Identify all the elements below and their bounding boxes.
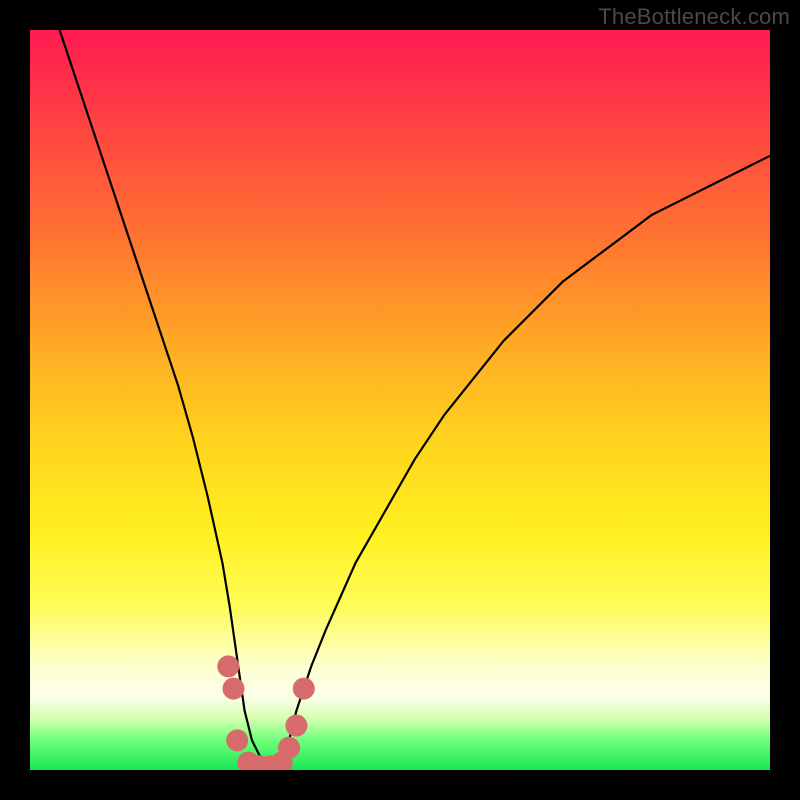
highlight-marker <box>293 678 315 700</box>
highlight-marker <box>226 729 248 751</box>
highlight-marker <box>285 715 307 737</box>
plot-area <box>30 30 770 770</box>
highlight-marker <box>223 678 245 700</box>
chart-svg <box>30 30 770 770</box>
bottleneck-curve-path <box>60 30 770 766</box>
watermark-text: TheBottleneck.com <box>598 4 790 30</box>
highlight-marker <box>217 655 239 677</box>
highlight-markers <box>217 655 314 770</box>
highlight-marker <box>278 737 300 759</box>
chart-frame: TheBottleneck.com <box>0 0 800 800</box>
bottleneck-curve <box>60 30 770 766</box>
